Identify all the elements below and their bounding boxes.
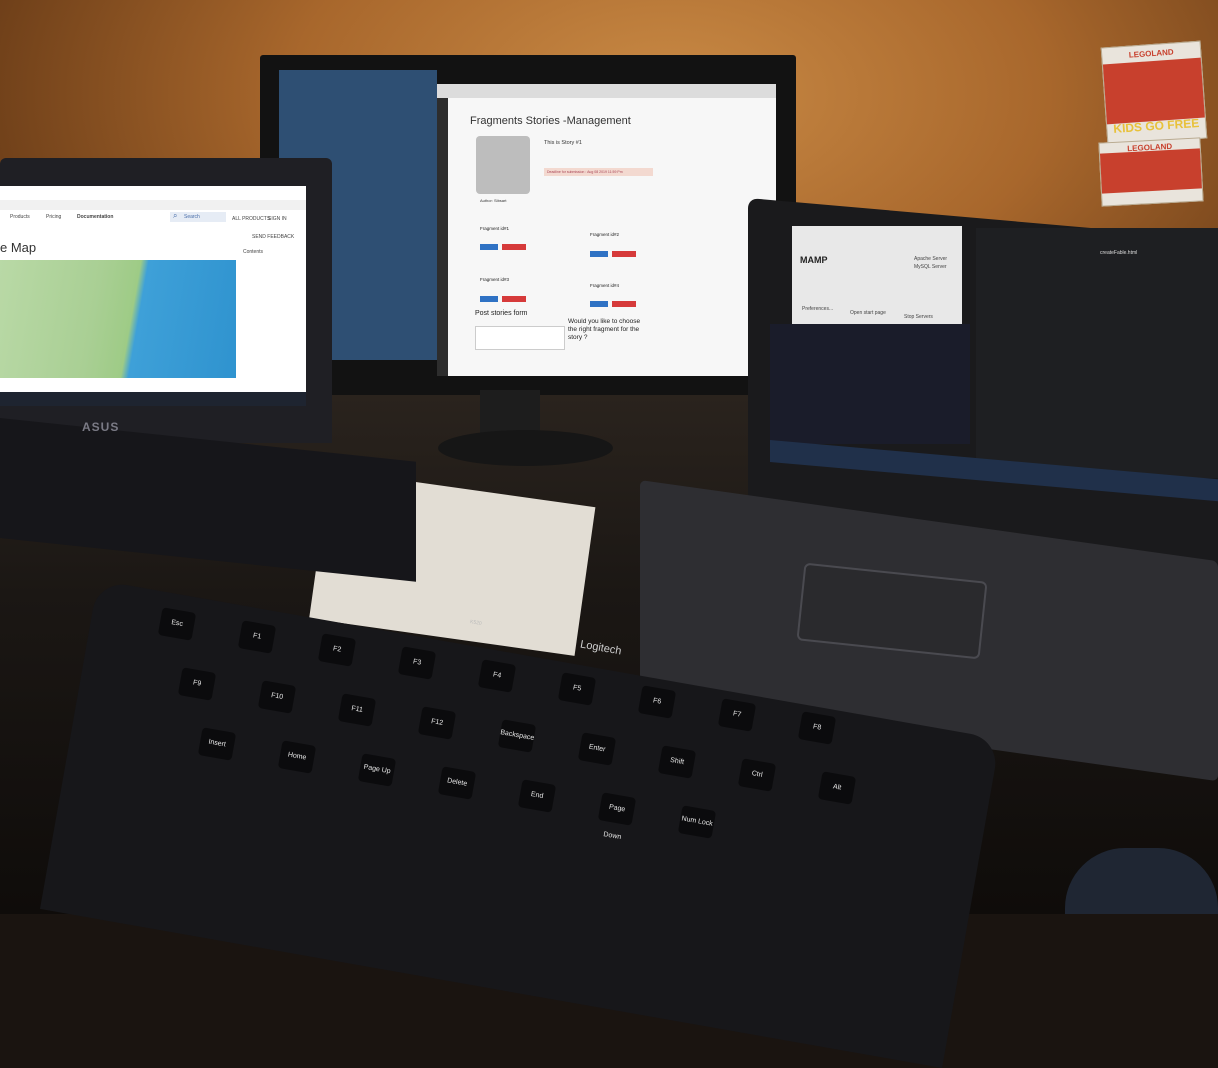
- key-esc[interactable]: Esc: [157, 607, 197, 641]
- fragment-name: Fragment id#3: [480, 277, 510, 282]
- browser-address-bar[interactable]: [0, 200, 306, 210]
- key-f6[interactable]: F6: [637, 685, 677, 719]
- all-products-link[interactable]: ALL PRODUCTS: [232, 216, 270, 222]
- dislike-button[interactable]: [612, 251, 636, 257]
- poster-top: LEGOLAND KIDS GO FREE: [1100, 40, 1208, 146]
- search-placeholder: Search: [184, 214, 200, 220]
- key-ctrl[interactable]: Ctrl: [737, 758, 777, 792]
- apache-status: Apache Server: [914, 256, 948, 262]
- key-delete[interactable]: Delete: [437, 766, 477, 800]
- like-button[interactable]: [480, 244, 498, 250]
- key-f12[interactable]: F12: [417, 706, 457, 740]
- fragment-name: Fragment id#2: [590, 232, 620, 237]
- terminal-window[interactable]: [770, 324, 970, 444]
- map-page-title: e Map: [0, 240, 37, 255]
- post-form-title: Post stories form: [475, 310, 528, 317]
- search-icon: ⌕: [173, 211, 178, 220]
- key-page-up[interactable]: Page Up: [357, 753, 397, 787]
- left-laptop-brand: ASUS: [82, 420, 120, 434]
- key-f8[interactable]: F8: [797, 711, 837, 745]
- author-label: Author: Sibsart: [480, 198, 507, 203]
- key-insert[interactable]: Insert: [197, 727, 237, 761]
- choose-prompt: Would you like to choose the right fragm…: [568, 318, 641, 341]
- key-f9[interactable]: F9: [177, 667, 217, 701]
- map-view[interactable]: [0, 260, 236, 378]
- mysql-status: MySQL Server: [914, 264, 947, 270]
- code-editor[interactable]: [976, 228, 1218, 478]
- story-textarea[interactable]: [475, 326, 565, 350]
- sign-in-link[interactable]: SIGN IN: [268, 216, 287, 222]
- key-page-down[interactable]: Page Down: [597, 792, 637, 841]
- like-button[interactable]: [590, 301, 608, 307]
- nav-documentation[interactable]: Documentation: [77, 214, 113, 220]
- send-feedback-link[interactable]: SEND FEEDBACK: [252, 234, 294, 240]
- key-shift[interactable]: Shift: [657, 745, 697, 779]
- key-f10[interactable]: F10: [257, 680, 297, 714]
- editor-filename: createFable.html: [1100, 250, 1138, 256]
- key-f2[interactable]: F2: [317, 633, 357, 667]
- dislike-button[interactable]: [502, 244, 526, 250]
- key-end[interactable]: End: [517, 779, 557, 813]
- key-f5[interactable]: F5: [557, 672, 597, 706]
- key-enter[interactable]: Enter: [577, 732, 617, 766]
- page-title: Fragments Stories -Management: [470, 115, 631, 127]
- browser-tab-bar[interactable]: [437, 84, 776, 98]
- windows-taskbar[interactable]: [0, 392, 306, 406]
- key-f11[interactable]: F11: [337, 693, 377, 727]
- mamp-open-start-page-button[interactable]: Open start page: [850, 310, 886, 316]
- mamp-logo: MAMP: [800, 255, 828, 265]
- avatar: [476, 136, 530, 194]
- browser-sidebar: [437, 98, 448, 376]
- mamp-stop-servers-button[interactable]: Stop Servers: [904, 314, 933, 320]
- like-button[interactable]: [590, 251, 608, 257]
- contents-label: Contents: [243, 249, 264, 255]
- key-f4[interactable]: F4: [477, 659, 517, 693]
- deadline-banner: Deadline for submission : Aug 08 2019 11…: [544, 168, 653, 176]
- dislike-button[interactable]: [612, 301, 636, 307]
- key-alt[interactable]: Alt: [817, 771, 857, 805]
- key-home[interactable]: Home: [277, 740, 317, 774]
- monitor-base: [438, 430, 613, 466]
- fragment-name: Fragment id#1: [480, 226, 510, 231]
- like-button[interactable]: [480, 296, 498, 302]
- dislike-button[interactable]: [502, 296, 526, 302]
- search-input[interactable]: Search ⌕: [170, 211, 226, 222]
- key-f1[interactable]: F1: [237, 620, 277, 654]
- key-f3[interactable]: F3: [397, 646, 437, 680]
- key-backspace[interactable]: Backspace: [497, 719, 537, 753]
- key-f7[interactable]: F7: [717, 698, 757, 732]
- mamp-preferences-button[interactable]: Preferences...: [802, 306, 833, 312]
- key-num-lock[interactable]: Num Lock: [677, 805, 717, 839]
- story-title: This is Story #1: [544, 140, 582, 146]
- fragment-name: Fragment id#4: [590, 283, 620, 288]
- poster-bottom: LEGOLAND: [1098, 137, 1204, 207]
- nav-pricing[interactable]: Pricing: [46, 214, 61, 220]
- nav-products[interactable]: Products: [10, 214, 30, 220]
